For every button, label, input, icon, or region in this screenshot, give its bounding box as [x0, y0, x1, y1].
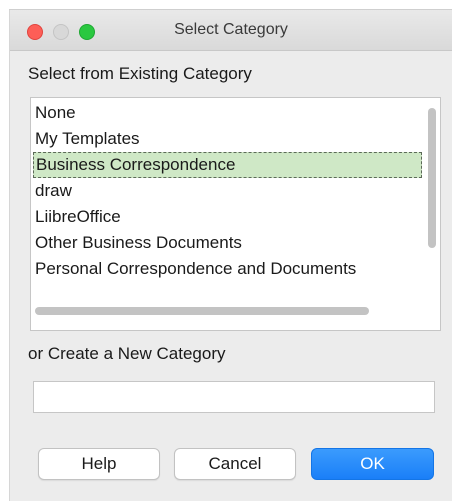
cancel-button[interactable]: Cancel [174, 448, 296, 480]
list-item[interactable]: LiibreOffice [31, 204, 423, 230]
list-item[interactable]: Personal Correspondence and Documents [31, 256, 423, 282]
help-button[interactable]: Help [38, 448, 160, 480]
dialog-title: Select Category [174, 21, 288, 38]
select-category-dialog: Select Category Select from Existing Cat… [10, 10, 452, 501]
category-list[interactable]: None My Templates Business Correspondence d… [30, 97, 441, 331]
list-item[interactable]: draw [31, 178, 423, 204]
existing-category-label: Select from Existing Category [28, 64, 252, 83]
list-item[interactable]: None [31, 100, 423, 126]
list-item[interactable]: Other Business Documents [31, 230, 423, 256]
title-bar: Select Category [10, 10, 452, 51]
new-category-label: or Create a New Category [28, 344, 226, 363]
vertical-scrollbar[interactable] [428, 108, 436, 248]
new-category-input[interactable] [33, 381, 435, 413]
ok-button[interactable]: OK [311, 448, 434, 480]
list-item-selected[interactable]: Business Correspondence [33, 152, 422, 178]
list-item[interactable]: My Templates [31, 126, 423, 152]
horizontal-scrollbar[interactable] [35, 307, 369, 315]
